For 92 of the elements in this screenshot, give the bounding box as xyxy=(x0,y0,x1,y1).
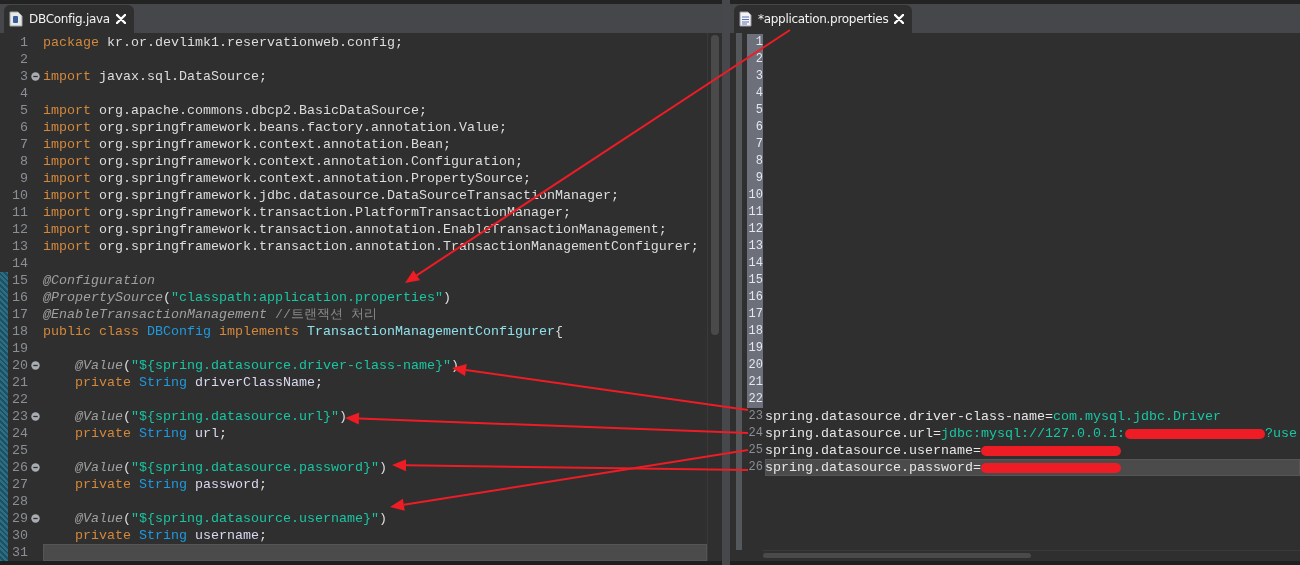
line-number: 29 xyxy=(11,510,28,527)
line-number: 13 xyxy=(11,238,28,255)
line-number: 24 xyxy=(747,425,763,442)
fold-icon[interactable] xyxy=(31,72,40,81)
line-number: 31 xyxy=(11,544,28,561)
code-text: @Value("${spring.datasource.username}") xyxy=(74,510,387,527)
line-number: 23 xyxy=(11,408,28,425)
code-text: @Value("${spring.datasource.password}") xyxy=(74,459,387,476)
line-number: 25 xyxy=(11,442,28,459)
code-text: public class DBConfig implements TransactionManagementConfigurer{ xyxy=(43,323,563,340)
line-number: 26 xyxy=(747,459,763,476)
line-number: 10 xyxy=(747,187,763,204)
code-text: @Configuration xyxy=(43,272,155,289)
line-number: 14 xyxy=(747,255,763,272)
line-number: 4 xyxy=(19,85,28,102)
code-text: @Value("${spring.datasource.url}") xyxy=(74,408,347,425)
line-number: 2 xyxy=(19,51,28,68)
code-text: import org.springframework.context.annotation.Bean; xyxy=(43,136,451,153)
line-number: 19 xyxy=(11,340,28,357)
line-number: 5 xyxy=(747,102,763,119)
line-number: 21 xyxy=(11,374,28,391)
line-number: 11 xyxy=(747,204,763,221)
fold-icon[interactable] xyxy=(31,463,40,472)
code-text: spring.datasource.url=jdbc:mysql://127.0.0.1: xyxy=(765,425,1125,442)
line-number: 9 xyxy=(747,170,763,187)
line-number: 30 xyxy=(11,527,28,544)
fold-icon[interactable] xyxy=(31,412,40,421)
code-text: @EnableTransactionManagement //트랜잭션 처리 xyxy=(43,306,377,323)
line-number: 12 xyxy=(747,221,763,238)
text-file-icon xyxy=(739,11,752,27)
line-number: 26 xyxy=(11,459,28,476)
line-number: 7 xyxy=(19,136,28,153)
line-number: 6 xyxy=(19,119,28,136)
line-number: 14 xyxy=(11,255,28,272)
line-number: 4 xyxy=(747,85,763,102)
line-number: 28 xyxy=(11,493,28,510)
code-text: ?use xyxy=(1264,425,1297,442)
line-number: 11 xyxy=(11,204,28,221)
line-number: 10 xyxy=(11,187,28,204)
line-number: 6 xyxy=(747,119,763,136)
code-text: import org.springframework.context.annotation.PropertySource; xyxy=(43,170,531,187)
line-number: 3 xyxy=(19,68,28,85)
fold-icon[interactable] xyxy=(31,361,40,370)
line-number: 8 xyxy=(19,153,28,170)
code-text: private String password; xyxy=(74,476,267,493)
line-number: 7 xyxy=(747,136,763,153)
line-number: 1 xyxy=(747,34,763,51)
scrollbar-thumb[interactable] xyxy=(763,553,1031,558)
line-number: 16 xyxy=(11,289,28,306)
line-number: 1 xyxy=(19,34,28,51)
line-number: 16 xyxy=(747,289,763,306)
code-text: private String url; xyxy=(74,425,227,442)
editor-tab[interactable]: DBConfig.java xyxy=(4,5,134,33)
code-text: import javax.sql.DataSource; xyxy=(43,68,267,85)
fold-icon[interactable] xyxy=(31,514,40,523)
line-number: 5 xyxy=(19,102,28,119)
code-text: import org.springframework.context.annotation.Configuration; xyxy=(43,153,523,170)
line-number: 3 xyxy=(747,68,763,85)
code-text: import org.apache.commons.dbcp2.BasicDataSource; xyxy=(43,102,427,119)
line-number: 18 xyxy=(11,323,28,340)
editor-tab[interactable]: *application.properties xyxy=(734,5,913,33)
code-text: import org.springframework.beans.factory.annotation.Value; xyxy=(43,119,507,136)
line-number: 22 xyxy=(747,391,763,408)
line-number: 15 xyxy=(747,272,763,289)
java-file-icon xyxy=(9,11,23,27)
line-number: 20 xyxy=(11,357,28,374)
line-number: 19 xyxy=(747,340,763,357)
line-number: 8 xyxy=(747,153,763,170)
line-number: 24 xyxy=(11,425,28,442)
line-number: 17 xyxy=(747,306,763,323)
line-number: 12 xyxy=(11,221,28,238)
line-number: 18 xyxy=(747,323,763,340)
line-number: 23 xyxy=(747,408,763,425)
code-text: package kr.or.devlimk1.reservationweb.config; xyxy=(43,34,403,51)
line-number: 20 xyxy=(747,357,763,374)
code-text: spring.datasource.username= xyxy=(765,442,981,459)
line-number: 27 xyxy=(11,476,28,493)
code-text: private String username; xyxy=(74,527,267,544)
code-text: spring.datasource.password= xyxy=(765,459,981,476)
line-number: 15 xyxy=(11,272,28,289)
line-number: 17 xyxy=(11,306,28,323)
close-icon[interactable] xyxy=(115,14,126,24)
line-number: 22 xyxy=(11,391,28,408)
code-text: private String driverClassName; xyxy=(74,374,323,391)
code-text: @PropertySource("classpath:application.properties") xyxy=(43,289,451,306)
scrollbar-thumb[interactable] xyxy=(711,35,719,335)
line-number: 25 xyxy=(747,442,763,459)
close-icon[interactable] xyxy=(894,14,905,24)
code-text: spring.datasource.driver-class-name=com.mysql.jdbc.Driver xyxy=(765,408,1221,425)
line-number: 21 xyxy=(747,374,763,391)
line-number: 9 xyxy=(19,170,28,187)
line-number: 13 xyxy=(747,238,763,255)
